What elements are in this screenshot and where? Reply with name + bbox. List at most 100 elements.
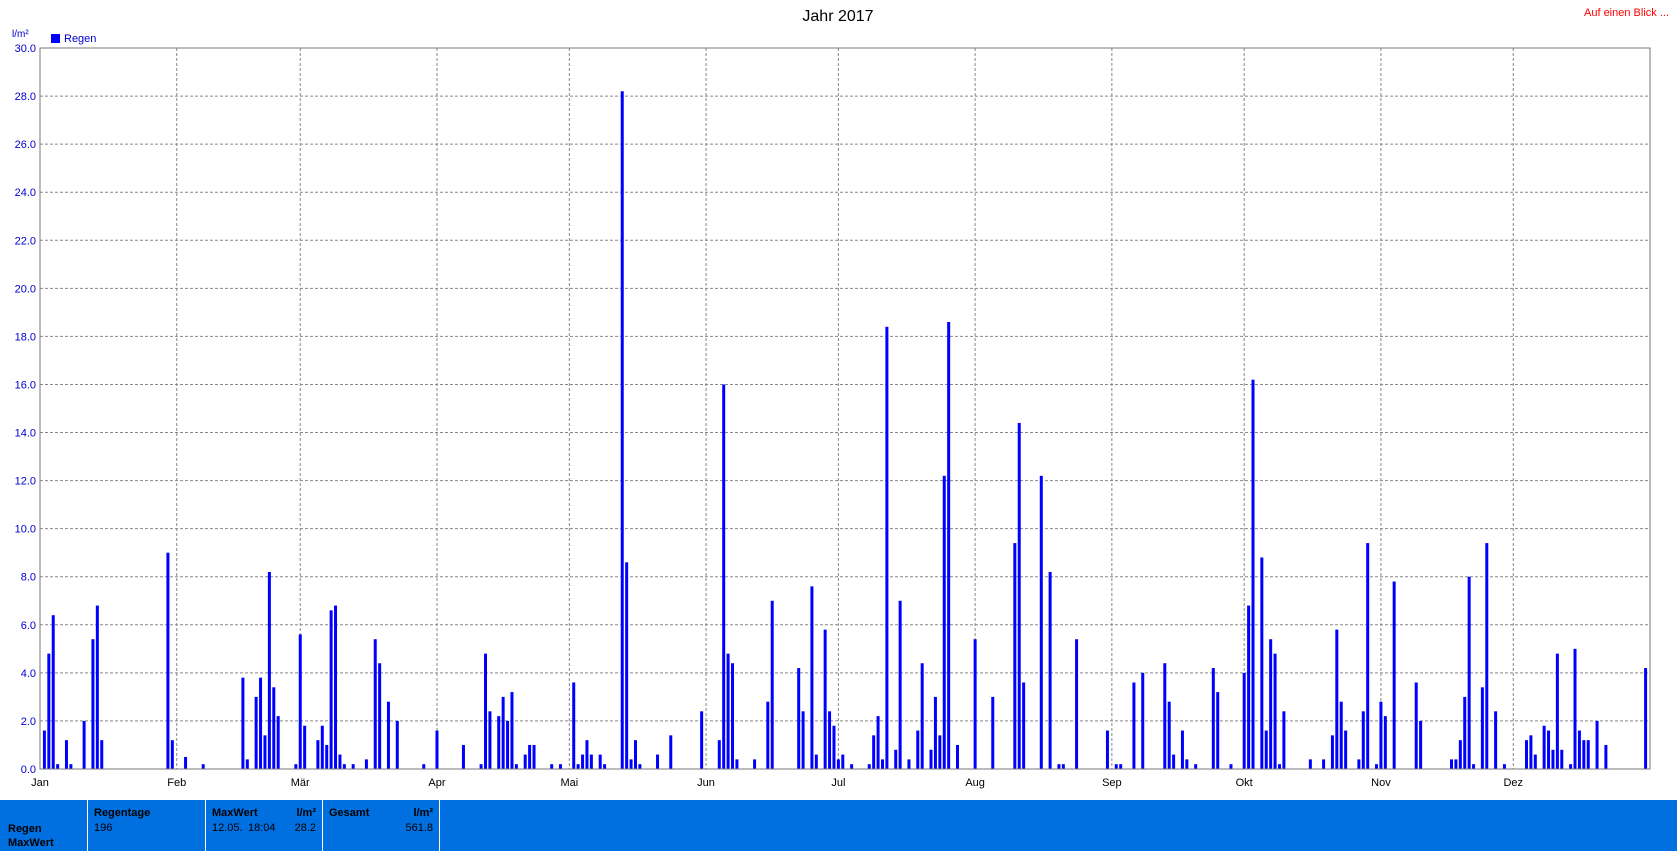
rain-bar [435,730,439,769]
rain-bar [1357,759,1361,769]
rain-bar [1247,605,1251,769]
rain-bar [973,639,977,769]
rain-bar [1502,764,1506,769]
rain-bar [532,744,536,769]
rain-bar [1419,720,1423,769]
gesamt-value: 561.8 [405,822,433,834]
rain-bar [1524,740,1528,769]
rain-bar [867,764,871,769]
rain-bar [528,744,532,769]
legend-label: Regen [64,33,96,45]
rain-bar [241,677,245,769]
rain-bar [1172,754,1176,769]
rain-bar [589,754,593,769]
rain-bar [1132,682,1136,769]
x-tick-label: Apr [428,777,445,789]
rain-bar [334,605,338,769]
rain-bar [916,730,920,769]
y-tick-label: 16.0 [15,379,36,391]
rain-bar [510,692,514,769]
rain-bar [1194,764,1198,769]
rain-bar [267,571,271,769]
rain-bar [201,764,205,769]
rain-bar [898,600,902,769]
rain-bar [479,764,483,769]
rain-bar [1604,744,1608,769]
stats-row-label2: MaxWert [8,837,54,849]
x-tick-label: Jul [831,777,845,789]
rain-bar [1379,701,1383,769]
gesamt-label: Gesamt [329,807,370,819]
rain-bar [272,687,276,769]
y-tick-label: 0.0 [21,764,36,776]
x-tick-label: Dez [1503,777,1523,789]
x-tick-label: Jun [697,777,715,789]
rain-bar [1644,668,1648,769]
rain-bar [1264,730,1268,769]
rain-bar [1216,692,1220,769]
rain-bar [629,759,633,769]
rain-bar [1105,730,1109,769]
overview-link[interactable]: Auf einen Blick ... [1584,7,1669,19]
rain-bar [1463,696,1467,769]
regentage-value: 196 [94,822,113,834]
rain-bar [717,740,721,769]
rain-bar [1163,663,1167,769]
rain-bar [880,759,884,769]
x-tick-label: Aug [965,777,985,789]
rain-bar [801,711,805,769]
stats-gesamt-col: Gesamt l/m² 561.8 [323,800,440,851]
rain-bar [56,764,60,769]
rain-bar [338,754,342,769]
rain-bar [1242,672,1246,769]
rain-bar [1551,749,1555,769]
y-tick-label: 10.0 [15,524,36,536]
rain-bar [320,725,324,769]
rain-bar [598,754,602,769]
x-tick-label: Okt [1236,777,1253,789]
rain-bar [1022,682,1026,769]
rain-bar [576,764,580,769]
legend-swatch [51,34,60,43]
statistics-panel: Regen MaxWert Regentage 196 MaxWert l/m²… [0,800,1677,851]
rain-bar [316,740,320,769]
rain-bar [1454,759,1458,769]
rain-bar [1185,759,1189,769]
rain-bar [1075,639,1079,769]
rain-bar [47,653,51,769]
rain-bar [722,384,726,769]
rain-bar [1458,740,1462,769]
rain-bar [669,735,673,769]
rain-bar [1529,735,1533,769]
rain-bar [1375,764,1379,769]
rain-bar [91,639,95,769]
rain-bar [488,711,492,769]
rain-bar [810,586,814,769]
rain-bar [1141,672,1145,769]
rain-bar [51,615,55,769]
maxwert-value: 28.2 [294,822,316,834]
rain-bar [484,653,488,769]
rain-bar [303,725,307,769]
rain-bar [991,696,995,769]
rain-bar [501,696,505,769]
y-tick-label: 28.0 [15,91,36,103]
rain-bar [938,735,942,769]
rain-bar [572,682,576,769]
rain-bar [797,668,801,769]
rain-bar [184,756,188,769]
rain-bar [841,754,845,769]
rain-bar [497,716,501,769]
y-tick-label: 14.0 [15,428,36,440]
rain-bar [735,759,739,769]
rain-bar [550,764,554,769]
rain-bar [64,740,68,769]
y-tick-label: 12.0 [15,476,36,488]
maxwert-unit: l/m² [296,807,316,819]
rain-bar [1344,730,1348,769]
rain-bar [1450,759,1454,769]
stats-maxwert-col: MaxWert l/m² 12.05. 18:04 28.2 [206,800,323,851]
rain-bar [263,735,267,769]
y-tick-label: 18.0 [15,331,36,343]
rain-bar [1595,720,1599,769]
